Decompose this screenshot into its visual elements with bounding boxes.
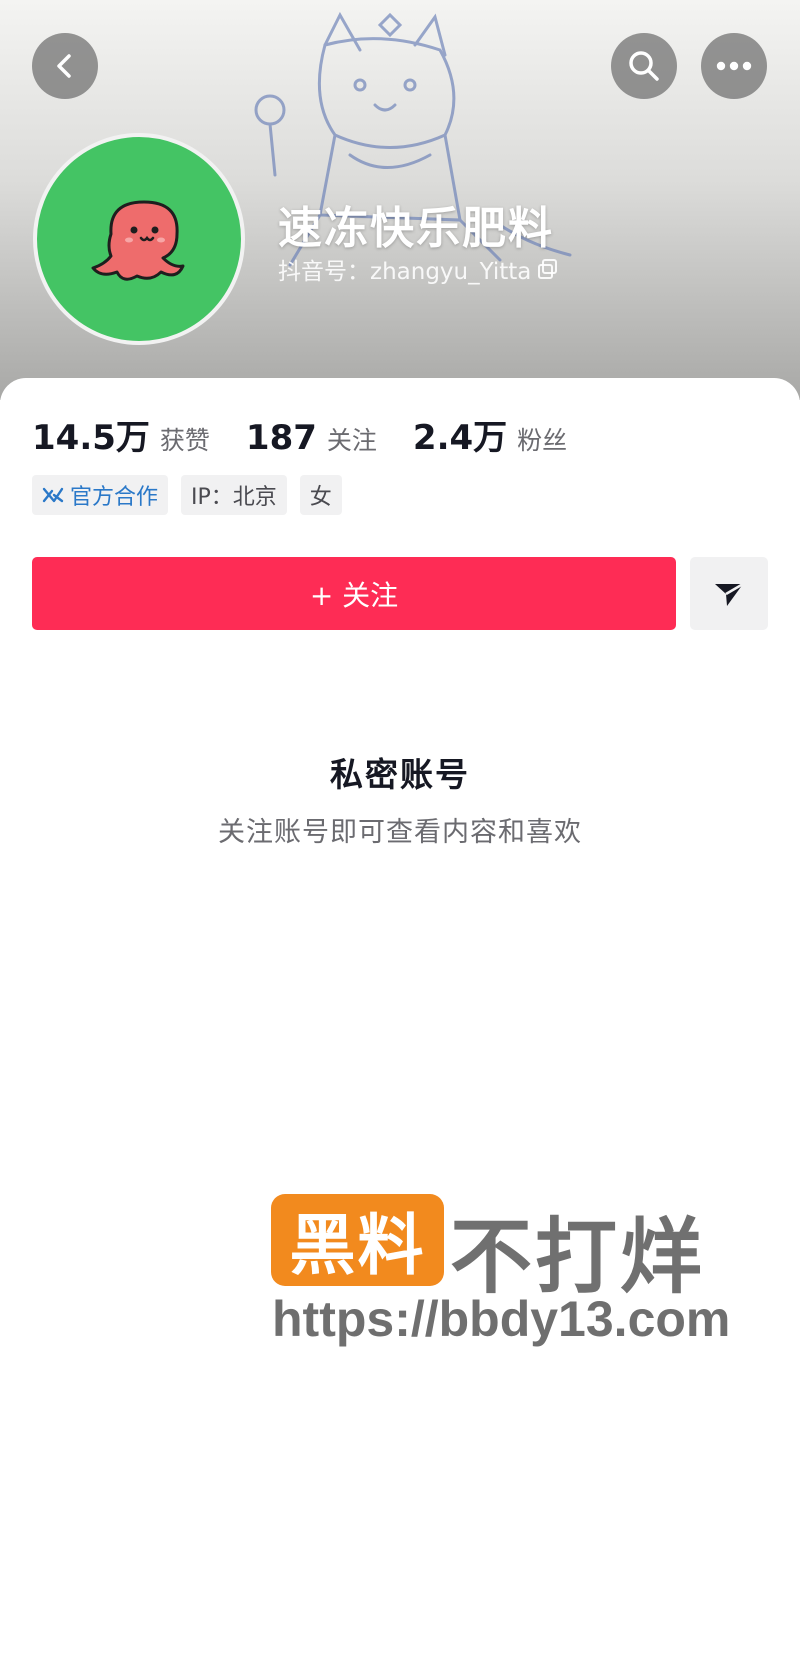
profile-id-row[interactable]: 抖音号：zhangyu_Yitta	[278, 252, 559, 286]
profile-name: 速冻快乐肥料	[278, 203, 554, 254]
tag-official-label: 官方合作	[70, 485, 159, 510]
chevron-left-icon	[57, 54, 71, 78]
watermark-url: https://bbdy13.com	[272, 1291, 731, 1347]
tag-gender: 女	[299, 475, 342, 515]
profile-stats: 14.5万 获赞 187 关注 2.4万 粉丝	[32, 410, 603, 459]
search-icon	[629, 51, 659, 81]
avatar[interactable]	[33, 133, 245, 345]
private-account-title: 私密账号	[330, 755, 470, 794]
copy-icon[interactable]	[537, 258, 559, 280]
tag-ip-location: IP：北京	[181, 475, 287, 515]
follow-button-label: + 关注	[309, 578, 399, 612]
private-account-description: 关注账号即可查看内容和喜欢	[218, 817, 582, 848]
following-label: 关注	[326, 426, 377, 455]
tag-gender-label: 女	[309, 485, 332, 510]
following-count[interactable]: 187	[246, 418, 317, 458]
watermark-badge: 黑料	[271, 1194, 444, 1286]
likes-count[interactable]: 14.5万	[32, 410, 150, 459]
ellipsis-icon	[716, 61, 752, 71]
octopus-avatar-icon	[91, 200, 185, 281]
more-options-button[interactable]	[701, 33, 767, 99]
profile-banner: 速冻快乐肥料 抖音号：zhangyu_Yitta	[0, 0, 800, 400]
search-button[interactable]	[611, 33, 677, 99]
profile-id: 抖音号：zhangyu_Yitta	[278, 259, 532, 285]
back-button[interactable]	[32, 33, 98, 99]
tag-official-cooperation[interactable]: 官方合作	[32, 475, 169, 515]
profile-tags: 官方合作 IP：北京 女	[32, 475, 342, 515]
share-button[interactable]	[690, 557, 768, 630]
followers-label: 粉丝	[517, 426, 568, 455]
send-icon	[715, 582, 744, 606]
tag-ip-label: IP：北京	[191, 485, 277, 510]
followers-count[interactable]: 2.4万	[413, 410, 507, 459]
follow-button[interactable]: + 关注	[32, 557, 676, 630]
official-cooperation-icon	[42, 487, 64, 503]
likes-label: 获赞	[159, 426, 210, 455]
